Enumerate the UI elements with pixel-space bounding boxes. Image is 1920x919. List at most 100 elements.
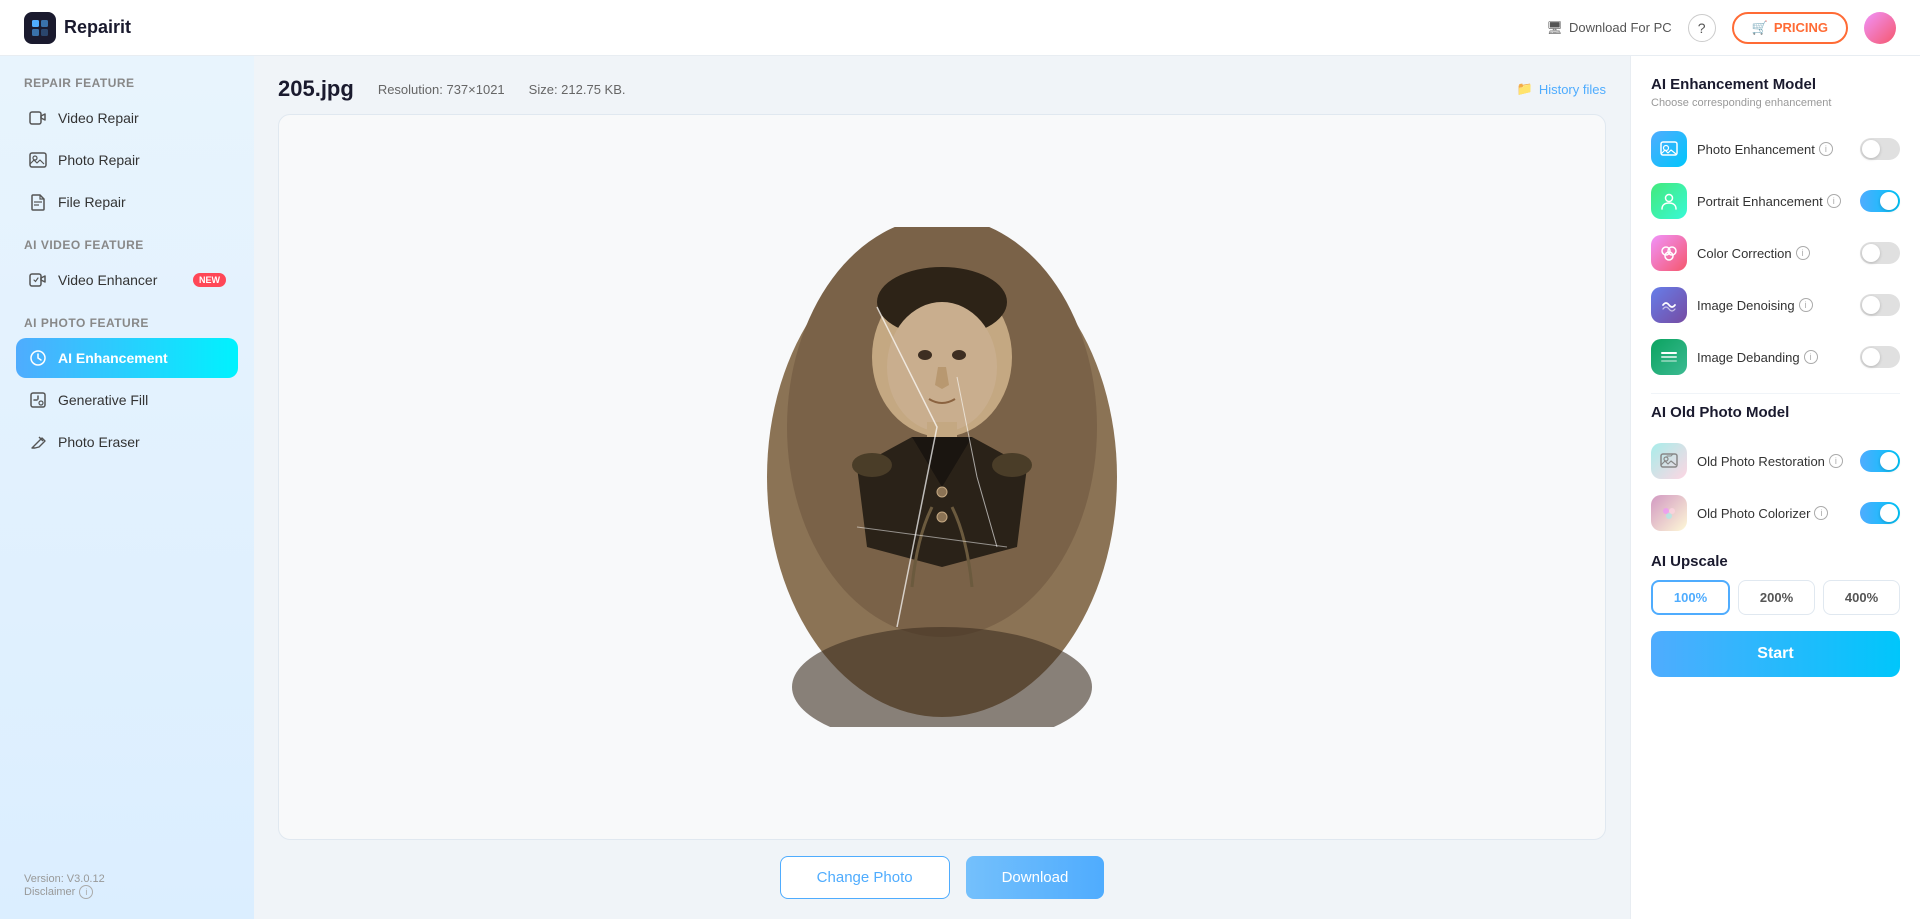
logo-icon [24, 12, 56, 44]
image-denoising-toggle[interactable] [1860, 294, 1900, 316]
sidebar-item-file-repair[interactable]: File Repair [16, 182, 238, 222]
color-correction-info[interactable]: i [1796, 246, 1810, 260]
sidebar-item-photo-eraser[interactable]: Photo Eraser [16, 422, 238, 462]
folder-icon: 📁 [1517, 81, 1533, 97]
photo-enhancement-label: Photo Enhancement i [1697, 142, 1850, 157]
portrait-enhancement-toggle[interactable] [1860, 190, 1900, 212]
sidebar-item-label: Video Repair [58, 110, 139, 126]
app-name: Repairit [64, 17, 131, 38]
image-container [278, 114, 1606, 840]
feature-row-color-correction: Color Correction i [1651, 227, 1900, 279]
portrait-enhancement-info[interactable]: i [1827, 194, 1841, 208]
color-correction-icon [1651, 235, 1687, 271]
change-photo-button[interactable]: Change Photo [780, 856, 950, 899]
old-photo-restoration-label: Old Photo Restoration i [1697, 454, 1850, 469]
sidebar-item-photo-repair[interactable]: Photo Repair [16, 140, 238, 180]
pricing-button[interactable]: 🛒 PRICING [1732, 12, 1848, 44]
file-repair-icon [28, 192, 48, 212]
feature-row-photo-enhancement: Photo Enhancement i [1651, 123, 1900, 175]
feature-row-old-photo-colorizer: Old Photo Colorizer i [1651, 487, 1900, 539]
generative-fill-icon [28, 390, 48, 410]
old-photo-restoration-icon [1651, 443, 1687, 479]
video-enhancer-icon [28, 270, 48, 290]
help-icon[interactable]: ? [1688, 14, 1716, 42]
sidebar-item-label: AI Enhancement [58, 350, 168, 366]
cart-icon: 🛒 [1752, 20, 1768, 36]
ai-video-title: AI Video Feature [16, 238, 238, 252]
sidebar-item-label: File Repair [58, 194, 126, 210]
version-text: Version: V3.0.12 [24, 873, 230, 885]
new-badge: NEW [193, 273, 226, 287]
ai-photo-title: AI Photo Feature [16, 316, 238, 330]
action-bar: Change Photo Download [278, 856, 1606, 899]
sidebar-item-generative-fill[interactable]: Generative Fill [16, 380, 238, 420]
logo-area: Repairit [24, 12, 131, 44]
sidebar-item-video-enhancer[interactable]: Video Enhancer NEW [16, 260, 238, 300]
old-photo-colorizer-label: Old Photo Colorizer i [1697, 506, 1850, 521]
download-button[interactable]: Download [966, 856, 1105, 899]
sidebar-sections: Repair Feature Video Repair [0, 76, 254, 873]
sidebar-item-label: Photo Eraser [58, 434, 140, 450]
old-photo [757, 227, 1127, 727]
old-photo-restoration-info[interactable]: i [1829, 454, 1843, 468]
sidebar-item-video-repair[interactable]: Video Repair [16, 98, 238, 138]
image-denoising-info[interactable]: i [1799, 298, 1813, 312]
upscale-100-btn[interactable]: 100% [1651, 580, 1730, 615]
sidebar: Repair Feature Video Repair [0, 56, 254, 919]
photo-eraser-icon [28, 432, 48, 452]
ai-enhancement-icon [28, 348, 48, 368]
repair-feature-section: Repair Feature Video Repair [0, 76, 254, 222]
right-panel: AI Enhancement Model Choose correspondin… [1630, 56, 1920, 919]
sidebar-item-label: Photo Repair [58, 152, 140, 168]
sidebar-item-label: Generative Fill [58, 392, 148, 408]
file-size: Size: 212.75 KB. [529, 82, 626, 97]
file-title: 205.jpg [278, 76, 354, 102]
topbar: Repairit 🖥 Download For PC ? 🛒 PRICING [0, 0, 1920, 56]
disclaimer[interactable]: Disclaimer i [24, 885, 230, 899]
ai-upscale-title: AI Upscale [1651, 553, 1900, 570]
image-debanding-info[interactable]: i [1804, 350, 1818, 364]
photo-repair-icon [28, 150, 48, 170]
content-area: 205.jpg Resolution: 737×1021 Size: 212.7… [254, 56, 1630, 919]
file-resolution: Resolution: 737×1021 [378, 82, 505, 97]
portrait-enhancement-icon [1651, 183, 1687, 219]
ai-old-photo-title: AI Old Photo Model [1651, 404, 1900, 421]
feature-row-old-photo-restoration: Old Photo Restoration i [1651, 435, 1900, 487]
color-correction-label: Color Correction i [1697, 246, 1850, 261]
photo-enhancement-info[interactable]: i [1819, 142, 1833, 156]
feature-row-image-denoising: Image Denoising i [1651, 279, 1900, 331]
sidebar-bottom: Version: V3.0.12 Disclaimer i [0, 873, 254, 899]
upscale-400-btn[interactable]: 400% [1823, 580, 1900, 615]
ai-photo-section: AI Photo Feature AI Enhancement [0, 316, 254, 462]
image-denoising-icon [1651, 287, 1687, 323]
upscale-200-btn[interactable]: 200% [1738, 580, 1815, 615]
repair-feature-title: Repair Feature [16, 76, 238, 90]
color-correction-toggle[interactable] [1860, 242, 1900, 264]
download-pc-btn[interactable]: 🖥 Download For PC [1547, 20, 1672, 36]
divider [1651, 393, 1900, 394]
image-debanding-label: Image Debanding i [1697, 350, 1850, 365]
old-photo-colorizer-icon [1651, 495, 1687, 531]
file-header: 205.jpg Resolution: 737×1021 Size: 212.7… [278, 76, 1606, 102]
disclaimer-info-icon: i [79, 885, 93, 899]
feature-row-image-debanding: Image Debanding i [1651, 331, 1900, 383]
monitor-icon: 🖥 [1547, 20, 1564, 36]
photo-enhancement-toggle[interactable] [1860, 138, 1900, 160]
feature-row-portrait-enhancement: Portrait Enhancement i [1651, 175, 1900, 227]
ai-enhancement-title: AI Enhancement Model [1651, 76, 1900, 93]
main-area: Repair Feature Video Repair [0, 56, 1920, 919]
avatar[interactable] [1864, 12, 1896, 44]
image-debanding-icon [1651, 339, 1687, 375]
video-repair-icon [28, 108, 48, 128]
history-files-btn[interactable]: 📁 History files [1517, 81, 1606, 97]
upscale-options: 100% 200% 400% [1651, 580, 1900, 615]
old-photo-colorizer-toggle[interactable] [1860, 502, 1900, 524]
ai-video-section: AI Video Feature Video Enhancer NEW [0, 238, 254, 300]
image-debanding-toggle[interactable] [1860, 346, 1900, 368]
sidebar-item-ai-enhancement[interactable]: AI Enhancement [16, 338, 238, 378]
start-button[interactable]: Start [1651, 631, 1900, 677]
old-photo-restoration-toggle[interactable] [1860, 450, 1900, 472]
portrait-enhancement-label: Portrait Enhancement i [1697, 194, 1850, 209]
old-photo-colorizer-info[interactable]: i [1814, 506, 1828, 520]
image-denoising-label: Image Denoising i [1697, 298, 1850, 313]
